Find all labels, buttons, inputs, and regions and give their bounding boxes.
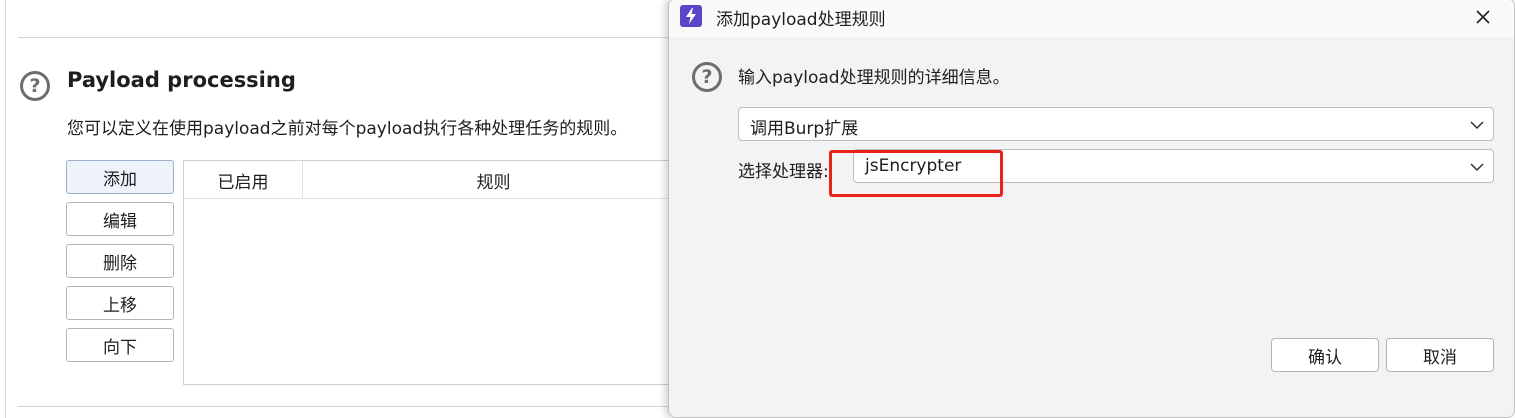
dialog-title: 添加payload处理规则	[716, 10, 886, 30]
add-button[interactable]: 添加	[66, 160, 174, 194]
chevron-down-icon	[1469, 117, 1485, 133]
edit-button[interactable]: 编辑	[66, 202, 174, 236]
annotation-highlight-box	[829, 150, 1003, 197]
section-divider-bottom	[18, 406, 678, 407]
add-processing-rule-dialog: 添加payload处理规则 ? 输入payload处理规则的详细信息。 调用Bu…	[668, 0, 1515, 418]
column-header-enabled[interactable]: 已启用	[184, 161, 303, 199]
dialog-description: 输入payload处理规则的详细信息。	[738, 68, 1010, 88]
delete-button[interactable]: 删除	[66, 244, 174, 278]
dialog-titlebar[interactable]: 添加payload处理规则	[669, 0, 1514, 37]
processing-rules-table[interactable]: 已启用 规则	[183, 160, 684, 385]
section-description: 您可以定义在使用payload之前对每个payload执行各种处理任务的规则。	[67, 119, 628, 139]
help-icon[interactable]: ?	[20, 71, 50, 101]
chevron-down-icon	[1469, 159, 1485, 175]
section-divider-top	[18, 37, 678, 38]
move-down-button[interactable]: 向下	[66, 328, 174, 362]
column-header-rule[interactable]: 规则	[303, 161, 684, 199]
rule-type-dropdown[interactable]: 调用Burp扩展	[738, 107, 1494, 141]
rule-type-selected-value: 调用Burp扩展	[750, 119, 859, 139]
cancel-button[interactable]: 取消	[1386, 338, 1494, 372]
confirm-button[interactable]: 确认	[1271, 338, 1379, 372]
move-up-button[interactable]: 上移	[66, 286, 174, 320]
section-title: Payload processing	[67, 68, 296, 92]
help-icon[interactable]: ?	[692, 62, 722, 92]
panel-left-border	[5, 0, 6, 418]
table-header: 已启用 规则	[184, 161, 684, 199]
burp-lightning-icon	[680, 5, 702, 27]
close-icon[interactable]	[1466, 2, 1500, 32]
processor-label: 选择处理器:	[738, 162, 829, 182]
